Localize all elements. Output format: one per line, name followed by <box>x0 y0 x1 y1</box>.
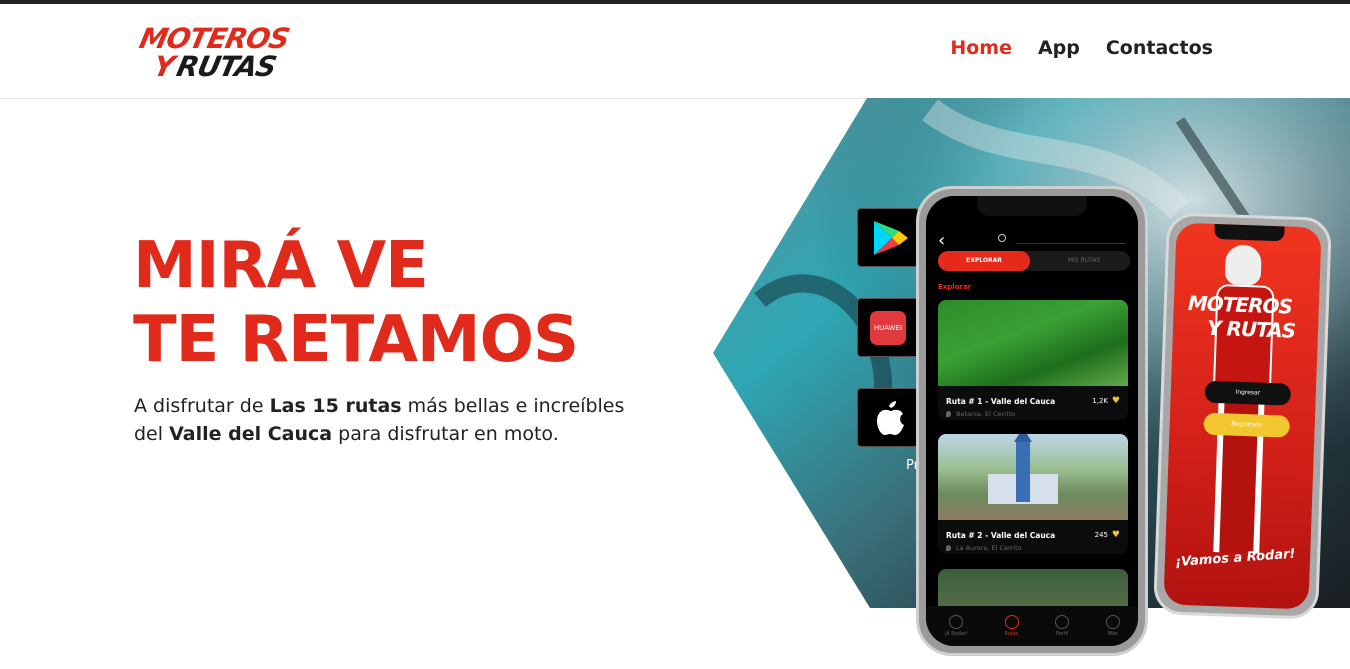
route-likes: 1,2K <box>1092 397 1108 405</box>
grid-icon <box>1105 615 1120 629</box>
bottom-nav-label: ¡A Rodar! <box>944 631 968 637</box>
tab-explorar: EXPLORAR <box>938 251 1030 271</box>
login-button: Ingresar <box>1204 380 1292 406</box>
routes-screen: ‹ EXPLORAR MIS RUTAS Explorar Ruta # 1 -… <box>926 196 1138 646</box>
route-title: Ruta # 2 - Valle del Cauca <box>946 531 1056 540</box>
profile-icon <box>1055 615 1070 629</box>
app-logo-moteros: MOTEROS <box>1187 291 1293 319</box>
nav-app[interactable]: App <box>1038 37 1080 59</box>
location-pin-icon <box>946 411 951 417</box>
route-title: Ruta # 1 - Valle del Cauca <box>946 397 1056 406</box>
hero-sub-text: A disfrutar de <box>134 395 270 417</box>
church-spire <box>1014 434 1032 442</box>
huawei-appgallery-icon: HUAWEI <box>870 311 906 345</box>
app-store-button[interactable] <box>857 388 919 447</box>
bottom-nav-label: Perfil <box>1055 631 1069 637</box>
logo-text-rutas-word: RUTAS <box>173 50 279 83</box>
hero-subtitle: A disfrutar de Las 15 rutas más bellas e… <box>134 392 654 448</box>
bottom-nav-perfil: Perfil <box>1055 615 1070 637</box>
tab-mis-rutas: MIS RUTAS <box>1067 257 1101 264</box>
phone-mockup-login: MOTEROS Y RUTAS Ingresar Registrate ¡Vam… <box>1153 212 1332 620</box>
route-likes: 245 <box>1094 531 1108 539</box>
main-nav: Home App Contactos <box>950 37 1213 59</box>
app-logo-rutas: Y RUTAS <box>1206 315 1296 343</box>
back-arrow-icon: ‹ <box>938 230 946 251</box>
section-heading-explorar: Explorar <box>938 283 972 291</box>
hero-title-line2: TE RETAMOS <box>133 303 579 377</box>
bottom-nav-rodar: ¡A Rodar! <box>944 615 968 637</box>
heart-icon: ♥ <box>1111 396 1120 406</box>
bottom-nav-rutas: Rutas <box>1004 615 1019 637</box>
rider-helmet <box>1224 244 1262 286</box>
route-location: Betania, El Cerrito <box>956 410 1016 418</box>
speedometer-icon <box>949 615 964 629</box>
nav-home[interactable]: Home <box>950 37 1012 59</box>
hero-sub-bold-valle: Valle del Cauca <box>169 423 333 445</box>
route-photo-town-church <box>938 434 1128 520</box>
church-tower <box>1016 440 1030 502</box>
location-pin-icon <box>946 545 951 551</box>
google-play-icon <box>874 221 908 255</box>
hero-sub-bold-routes: Las 15 rutas <box>269 395 402 417</box>
route-location: La Aurora, El Cerrito <box>956 544 1022 552</box>
logo-text-rutas: YRUTAS <box>150 50 278 83</box>
login-screen: MOTEROS Y RUTAS Ingresar Registrate ¡Vam… <box>1163 222 1322 610</box>
moteros-y-rutas-logo[interactable]: MOTEROS YRUTAS <box>136 16 300 88</box>
site-header: MOTEROS YRUTAS Home App Contactos <box>0 4 1350 99</box>
huawei-appgallery-button[interactable]: HUAWEI <box>857 298 919 357</box>
phone-mockup-routes: ‹ EXPLORAR MIS RUTAS Explorar Ruta # 1 -… <box>916 186 1148 656</box>
route-card: Ruta # 1 - Valle del Cauca Betania, El C… <box>938 300 1128 420</box>
routes-tabs: EXPLORAR MIS RUTAS <box>938 251 1130 271</box>
hero-title: MIRÁ VE TE RETAMOS <box>133 229 579 377</box>
app-bottom-nav: ¡A Rodar! Rutas Perfil Más <box>926 606 1138 646</box>
bottom-nav-label: Más <box>1107 631 1118 637</box>
bottom-nav-label: Rutas <box>1004 631 1019 637</box>
search-input-line <box>1016 243 1126 244</box>
search-icon <box>998 234 1006 242</box>
google-play-button[interactable] <box>857 208 919 267</box>
register-button: Registrate <box>1203 412 1291 438</box>
hero-title-line1: MIRÁ VE <box>133 229 429 303</box>
heart-icon: ♥ <box>1111 530 1120 540</box>
routes-icon <box>1004 615 1019 629</box>
nav-contactos[interactable]: Contactos <box>1106 37 1213 59</box>
route-photo-coffee-hills <box>938 300 1128 386</box>
hero-sub-text-3: para disfrutar en moto. <box>332 423 559 445</box>
route-card: Ruta # 2 - Valle del Cauca La Aurora, El… <box>938 434 1128 554</box>
bottom-nav-mas: Más <box>1105 615 1120 637</box>
phone-notch <box>977 196 1087 216</box>
apple-icon <box>877 401 904 435</box>
